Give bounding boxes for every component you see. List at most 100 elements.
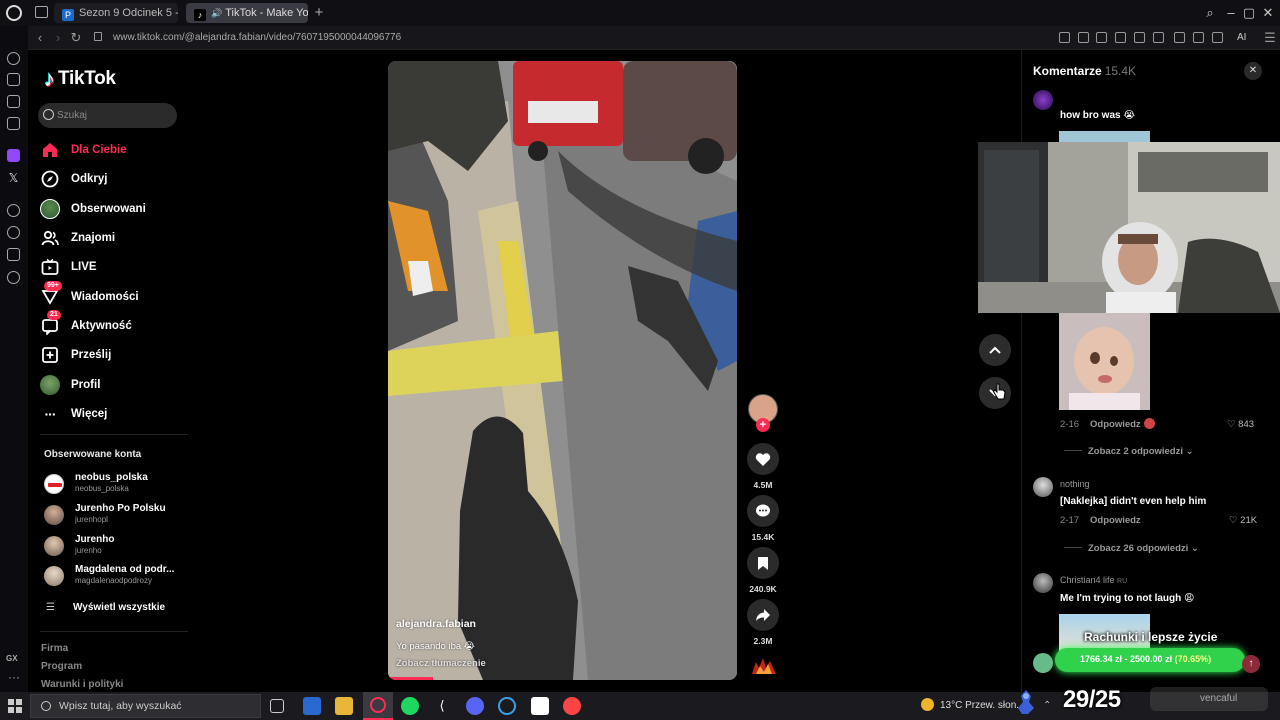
share-icon[interactable] bbox=[747, 599, 779, 631]
comment-action[interactable]: 15.4K bbox=[747, 495, 779, 542]
system-tray[interactable]: ⌃ bbox=[1043, 692, 1051, 720]
close-window-button[interactable]: ✕ bbox=[1259, 4, 1277, 22]
heart-icon[interactable] bbox=[747, 443, 779, 475]
nav-following[interactable]: Obserwowani bbox=[40, 196, 190, 222]
reply-button[interactable]: Odpowiedz bbox=[1090, 419, 1141, 430]
reply-button[interactable]: Odpowiedz bbox=[1090, 515, 1141, 526]
nav-profile[interactable]: Profil bbox=[40, 372, 190, 398]
sidebar-more-icon[interactable]: ··· bbox=[8, 670, 20, 684]
nav-activity[interactable]: 21 Aktywność bbox=[40, 310, 190, 339]
comment-like[interactable]: ♡ 21K bbox=[1229, 515, 1257, 526]
player-icon[interactable] bbox=[1134, 32, 1145, 43]
notion-icon[interactable] bbox=[531, 697, 549, 715]
vpn-icon[interactable] bbox=[1115, 32, 1126, 43]
url-field[interactable]: www.tiktok.com/@alejandra.fabian/video/7… bbox=[113, 26, 401, 50]
taskbar-search[interactable] bbox=[30, 694, 261, 718]
reload-button[interactable]: ↻ bbox=[68, 29, 84, 47]
video-player[interactable]: alejandra.fabian Yo pasando iba 😭 Zobacz… bbox=[388, 61, 737, 680]
tab-manager-icon[interactable] bbox=[35, 6, 48, 18]
comment-like[interactable]: ♡ 843 bbox=[1227, 419, 1254, 430]
footer-link-company[interactable]: Firma bbox=[41, 643, 68, 654]
gx-control-icon[interactable]: GX bbox=[6, 654, 18, 663]
speaker-icon[interactable]: 🔊 bbox=[211, 8, 222, 18]
following-account[interactable]: Jurenho jurenho bbox=[44, 533, 194, 559]
commenter-avatar[interactable] bbox=[1033, 477, 1053, 497]
taskbar-search-input[interactable] bbox=[59, 698, 249, 714]
commenter-name[interactable]: nothing bbox=[1060, 479, 1090, 489]
gx-corner-icon[interactable] bbox=[7, 95, 20, 108]
speed-dial-icon[interactable] bbox=[7, 52, 20, 65]
share-action[interactable]: 2.3M bbox=[747, 599, 779, 646]
commenter-avatar[interactable] bbox=[1033, 573, 1053, 593]
opera-gx-taskbar-active[interactable] bbox=[363, 692, 393, 720]
new-tab-button[interactable]: + bbox=[312, 4, 326, 22]
see-translation-link[interactable]: Zobacz tłumaczenie bbox=[396, 658, 486, 669]
nav-explore[interactable]: Odkryj bbox=[40, 166, 190, 192]
twitch-icon[interactable] bbox=[7, 149, 20, 162]
nav-live[interactable]: LIVE bbox=[40, 254, 190, 280]
nav-more[interactable]: ··· Więcej bbox=[40, 401, 190, 427]
follow-plus-button[interactable]: + bbox=[756, 418, 770, 432]
following-account[interactable]: Jurenho Po Polsku jurenhopl bbox=[44, 502, 194, 528]
video-author[interactable]: alejandra.fabian bbox=[396, 618, 476, 630]
browser-tab-1[interactable]: P Sezon 9 Odcinek 5 - prog bbox=[54, 3, 178, 23]
like-action[interactable]: 4.5M bbox=[747, 443, 779, 490]
store-icon[interactable] bbox=[303, 697, 321, 715]
opera-menu-icon[interactable] bbox=[6, 5, 22, 21]
search-tabs-icon[interactable]: ⌕ bbox=[1201, 4, 1219, 22]
spotify-icon[interactable] bbox=[401, 697, 419, 715]
extensions-sidebar-icon[interactable] bbox=[7, 248, 20, 261]
history-icon[interactable] bbox=[7, 226, 20, 239]
video-progress-bar[interactable] bbox=[388, 677, 434, 680]
adblock-shield-icon[interactable] bbox=[1096, 32, 1107, 43]
player-sidebar-icon[interactable] bbox=[7, 204, 20, 217]
file-explorer-icon[interactable] bbox=[335, 697, 353, 715]
tiktok-logo[interactable]: ♪ TikTok bbox=[44, 66, 116, 92]
capcut-icon[interactable]: ⟨ bbox=[433, 697, 451, 715]
lock-icon[interactable] bbox=[94, 32, 102, 41]
following-account[interactable]: Magdalena od podr... magdalenaodpodrozy bbox=[44, 563, 194, 589]
bookmark-icon[interactable] bbox=[747, 547, 779, 579]
scroll-top-button[interactable]: ↑ bbox=[1242, 655, 1260, 673]
maximize-button[interactable]: ▢ bbox=[1240, 4, 1258, 22]
sound-disc-icon[interactable] bbox=[750, 656, 778, 676]
extensions-icon[interactable] bbox=[1174, 32, 1185, 43]
settings-icon[interactable] bbox=[7, 271, 20, 284]
view-replies-button[interactable]: Zobacz 2 odpowiedzi ⌄ bbox=[1064, 446, 1194, 457]
snapshot-icon[interactable] bbox=[1078, 32, 1089, 43]
obs-icon[interactable] bbox=[563, 697, 581, 715]
following-account[interactable]: neobus_polska neobus_polska bbox=[44, 471, 194, 497]
browser-menu-icon[interactable]: ☰ bbox=[1262, 29, 1278, 47]
ai-button[interactable]: AI bbox=[1237, 26, 1246, 50]
close-comments-button[interactable]: ✕ bbox=[1244, 62, 1262, 80]
footer-link-program[interactable]: Program bbox=[41, 661, 82, 672]
commenter-name[interactable]: Christian4 life RU bbox=[1060, 575, 1127, 585]
download-icon[interactable] bbox=[1212, 32, 1223, 43]
save-action[interactable]: 240.9K bbox=[747, 547, 779, 594]
nav-upload[interactable]: Prześlij bbox=[40, 342, 190, 368]
search-box[interactable] bbox=[38, 103, 177, 128]
weather-widget[interactable]: 13°C Przew. słon. bbox=[921, 692, 1019, 720]
footer-link-terms[interactable]: Warunki i polityki bbox=[41, 679, 123, 690]
messenger-icon[interactable] bbox=[7, 117, 20, 130]
minimize-button[interactable]: – bbox=[1222, 4, 1240, 22]
see-all-accounts-link[interactable]: ☰ Wyświetl wszystkie bbox=[46, 600, 165, 614]
forward-button[interactable]: › bbox=[50, 29, 66, 47]
commenter-avatar[interactable] bbox=[1033, 90, 1053, 110]
task-view-icon[interactable] bbox=[270, 699, 284, 713]
aria-icon[interactable] bbox=[7, 73, 20, 86]
discord-icon[interactable] bbox=[466, 697, 484, 715]
view-replies-button[interactable]: Zobacz 26 odpowiedzi ⌄ bbox=[1064, 543, 1199, 554]
nav-for-you[interactable]: Dla Ciebie bbox=[40, 137, 190, 163]
browser-tab-2-active[interactable]: ♪ 🔊TikTok - Make Your Da bbox=[186, 3, 308, 23]
comment-icon[interactable] bbox=[747, 495, 779, 527]
back-button[interactable]: ‹ bbox=[32, 29, 48, 47]
ccleaner-icon[interactable] bbox=[498, 697, 516, 715]
bookmark-page-icon[interactable] bbox=[1059, 32, 1070, 43]
x-twitter-icon[interactable]: 𝕏 bbox=[7, 172, 20, 185]
heart-bookmark-icon[interactable] bbox=[1153, 32, 1164, 43]
windows-start-icon[interactable] bbox=[8, 699, 22, 713]
nav-messages[interactable]: 99+ Wiadomości bbox=[40, 281, 190, 310]
nav-friends[interactable]: Znajomi bbox=[40, 225, 190, 251]
previous-video-button[interactable] bbox=[979, 334, 1011, 366]
